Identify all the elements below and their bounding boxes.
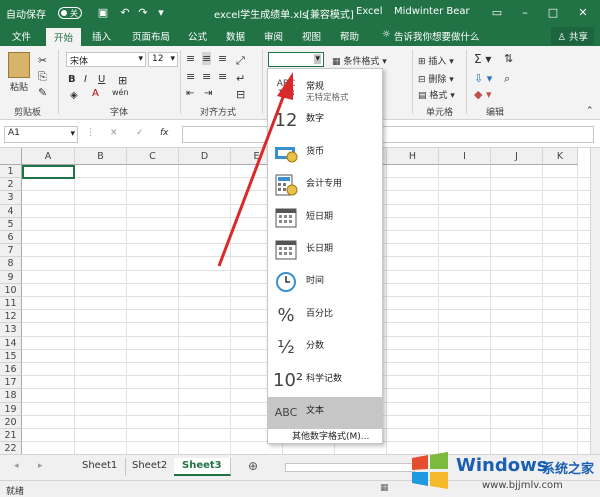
arrow-head	[277, 72, 293, 100]
scroll-left-icon[interactable]: ◂	[14, 461, 19, 471]
watermark-brand: Windows	[456, 455, 548, 476]
sheet-tab-2[interactable]: Sheet2	[124, 458, 177, 476]
add-sheet-icon[interactable]: ⊕	[248, 459, 258, 473]
watermark: Windows 系统之家 www.bjjmlv.com	[404, 446, 600, 497]
status-text: 就绪	[6, 487, 25, 497]
windows-logo-icon	[412, 452, 448, 489]
arrow-shaft	[217, 91, 287, 267]
watermark-url: www.bjjmlv.com	[482, 480, 563, 491]
sheet-tab-1[interactable]: Sheet1	[74, 458, 127, 476]
sheet-tab-3[interactable]: Sheet3	[174, 458, 231, 476]
normal-view-icon[interactable]: ▦	[380, 483, 389, 493]
annotation-arrow	[217, 72, 293, 267]
watermark-suffix: 系统之家	[542, 462, 595, 477]
scroll-right-icon[interactable]: ▸	[38, 461, 43, 471]
horizontal-scrollbar[interactable]	[285, 463, 415, 472]
